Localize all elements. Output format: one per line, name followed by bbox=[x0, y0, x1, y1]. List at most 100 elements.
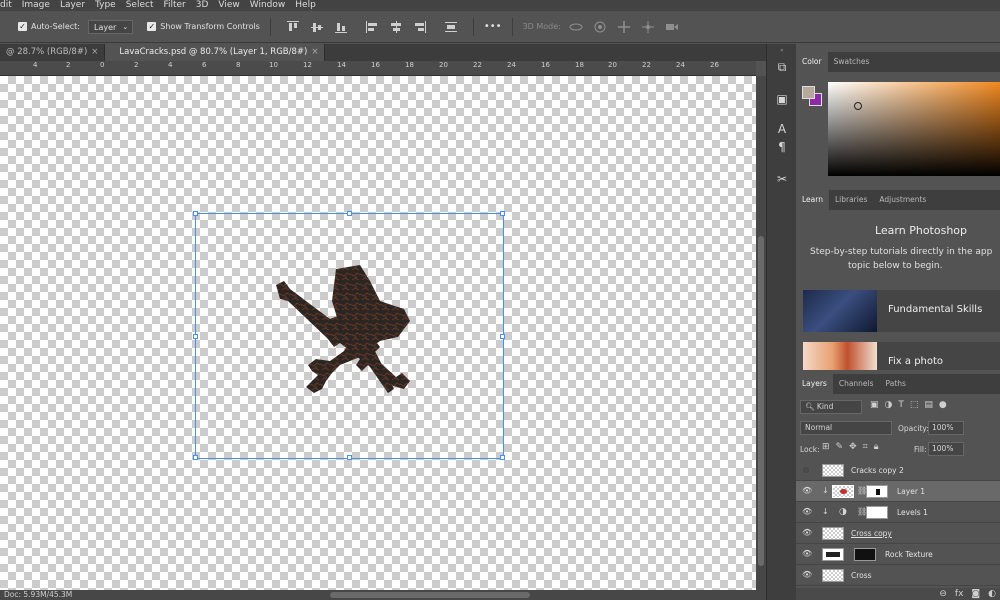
character-icon[interactable]: A bbox=[775, 122, 789, 136]
scale-3d-icon[interactable] bbox=[665, 20, 679, 34]
tab-lavacracks[interactable]: LavaCracks.psd @ 80.7% (Layer 1, RGB/8#)… bbox=[105, 44, 326, 61]
tools-icon[interactable]: ✂ bbox=[775, 172, 789, 186]
layer-name[interactable]: Cross copy bbox=[851, 529, 892, 538]
fx-icon[interactable]: fx bbox=[955, 589, 964, 599]
foreground-color-swatch[interactable] bbox=[802, 86, 815, 99]
layer-name[interactable]: Cross bbox=[851, 571, 872, 580]
smart-object-filter-icon[interactable]: ▤ bbox=[924, 400, 939, 410]
color-picker-cursor[interactable] bbox=[854, 102, 862, 110]
roll-3d-icon[interactable] bbox=[593, 20, 607, 34]
tab-learn[interactable]: Learn bbox=[796, 190, 829, 210]
menu-edit[interactable]: dit bbox=[0, 0, 17, 11]
layer-row-layer-1[interactable]: 👁︎ ↓ ⛓ Layer 1 bbox=[796, 481, 1000, 502]
transform-handle[interactable] bbox=[193, 455, 198, 460]
layer-row-rock-texture[interactable]: 👁︎ Rock Texture bbox=[796, 544, 1000, 565]
transform-handle[interactable] bbox=[193, 334, 198, 339]
close-icon[interactable]: × bbox=[311, 47, 318, 57]
lock-position-icon[interactable]: ✥ bbox=[849, 442, 863, 452]
menu-3d[interactable]: 3D bbox=[191, 0, 214, 11]
properties-icon[interactable]: ▣ bbox=[775, 92, 789, 106]
eye-icon[interactable]: 👁︎ bbox=[802, 528, 812, 537]
auto-select-dropdown[interactable]: Layer ⌄ bbox=[87, 19, 134, 34]
layer-row-cross-copy[interactable]: 👁︎ Cross copy bbox=[796, 523, 1000, 544]
show-transform-checkbox[interactable]: ✓ bbox=[147, 22, 157, 31]
align-top-icon[interactable] bbox=[286, 20, 300, 34]
eye-icon[interactable]: 👁︎ bbox=[802, 486, 812, 495]
filter-toggle-icon[interactable]: ● bbox=[939, 400, 953, 410]
distribute-icon[interactable] bbox=[444, 20, 458, 34]
menu-layer[interactable]: Layer bbox=[55, 0, 90, 11]
opacity-field[interactable]: 100% bbox=[928, 421, 964, 435]
tab-libraries[interactable]: Libraries bbox=[829, 190, 873, 210]
mask-thumbnail[interactable] bbox=[866, 485, 888, 498]
align-center-icon[interactable] bbox=[389, 20, 403, 34]
transform-handle[interactable] bbox=[193, 211, 198, 216]
tab-color[interactable]: Color bbox=[796, 52, 828, 72]
orbit-3d-icon[interactable] bbox=[569, 20, 583, 34]
type-filter-icon[interactable]: T bbox=[898, 400, 910, 410]
tab-paths[interactable]: Paths bbox=[880, 374, 912, 394]
align-middle-icon[interactable] bbox=[310, 20, 324, 34]
close-icon[interactable]: × bbox=[91, 47, 98, 57]
layer-name[interactable]: Levels 1 bbox=[897, 508, 928, 517]
more-options-button[interactable]: ••• bbox=[484, 21, 502, 32]
eye-icon[interactable]: 👁︎ bbox=[802, 570, 812, 579]
adjustment-filter-icon[interactable]: ◑ bbox=[885, 400, 899, 410]
paragraph-icon[interactable]: ¶ bbox=[775, 140, 789, 154]
eye-icon[interactable]: 👁︎ bbox=[802, 549, 812, 558]
blend-mode-dropdown[interactable]: Normal bbox=[800, 421, 892, 435]
shape-filter-icon[interactable]: ⬚ bbox=[910, 400, 925, 410]
adjustment-icon[interactable]: ◐ bbox=[988, 589, 996, 599]
collapse-icon[interactable]: « bbox=[780, 47, 784, 54]
horizontal-scrollbar-thumb[interactable] bbox=[330, 592, 530, 598]
menu-view[interactable]: View bbox=[213, 0, 244, 11]
menu-help[interactable]: Help bbox=[290, 0, 321, 11]
transform-handle[interactable] bbox=[347, 455, 352, 460]
history-icon[interactable]: ⧉ bbox=[775, 60, 789, 74]
tab-layers[interactable]: Layers bbox=[796, 374, 833, 394]
menu-filter[interactable]: Filter bbox=[158, 0, 190, 11]
layer-name[interactable]: Rock Texture bbox=[885, 550, 933, 559]
fill-field[interactable]: 100% bbox=[928, 442, 964, 456]
layer-row-cross[interactable]: 👁︎ Cross bbox=[796, 565, 1000, 586]
lock-artboard-icon[interactable]: ⌗ bbox=[863, 442, 874, 452]
align-right-icon[interactable] bbox=[413, 20, 427, 34]
learn-card-fundamental-skills[interactable]: Fundamental Skills bbox=[803, 290, 1000, 332]
color-picker-field[interactable] bbox=[828, 82, 1000, 176]
image-filter-icon[interactable]: ▣ bbox=[870, 400, 885, 410]
eye-icon[interactable]: 👁︎ bbox=[802, 507, 812, 516]
slide-3d-icon[interactable] bbox=[641, 20, 655, 34]
layer-name[interactable]: Cracks copy 2 bbox=[851, 466, 904, 475]
menu-select[interactable]: Select bbox=[121, 0, 159, 11]
lock-pixels-icon[interactable]: ⊞ bbox=[822, 442, 836, 452]
menu-image[interactable]: Image bbox=[17, 0, 55, 11]
layer-filter-dropdown[interactable]: 🔍︎ Kind bbox=[800, 400, 862, 414]
transform-handle[interactable] bbox=[500, 211, 505, 216]
lock-paint-icon[interactable]: ✎ bbox=[836, 442, 850, 452]
layer-row-levels-1[interactable]: 👁︎ ↓ ◑ ⛓ Levels 1 bbox=[796, 502, 1000, 523]
pan-3d-icon[interactable] bbox=[617, 20, 631, 34]
align-left-icon[interactable] bbox=[365, 20, 379, 34]
scrollbar-thumb[interactable] bbox=[758, 236, 764, 566]
learn-card-fix-photo[interactable]: Fix a photo bbox=[803, 342, 1000, 370]
layer-row-cracks-copy-2[interactable]: Cracks copy 2 bbox=[796, 460, 1000, 481]
layer-name[interactable]: Layer 1 bbox=[897, 487, 925, 496]
align-bottom-icon[interactable] bbox=[334, 20, 348, 34]
document-canvas[interactable] bbox=[0, 76, 756, 590]
mask-icon[interactable]: ◙ bbox=[971, 589, 980, 599]
link-icon[interactable]: ⊖ bbox=[939, 589, 947, 599]
transform-handle[interactable] bbox=[500, 334, 505, 339]
transform-handle[interactable] bbox=[500, 455, 505, 460]
transform-bounding-box[interactable] bbox=[193, 211, 505, 460]
tab-document-1[interactable]: @ 28.7% (RGB/8#) × bbox=[0, 44, 106, 61]
vertical-scrollbar[interactable] bbox=[756, 76, 766, 590]
mask-thumbnail[interactable] bbox=[866, 506, 888, 519]
lock-all-icon[interactable]: 🔒︎ bbox=[874, 442, 885, 452]
visibility-toggle-off[interactable] bbox=[802, 466, 810, 474]
tab-adjustments[interactable]: Adjustments bbox=[873, 190, 932, 210]
transform-handle[interactable] bbox=[347, 211, 352, 216]
menu-window[interactable]: Window bbox=[245, 0, 291, 11]
menu-type[interactable]: Type bbox=[90, 0, 121, 11]
mask-thumbnail[interactable] bbox=[854, 548, 876, 561]
tab-channels[interactable]: Channels bbox=[833, 374, 880, 394]
